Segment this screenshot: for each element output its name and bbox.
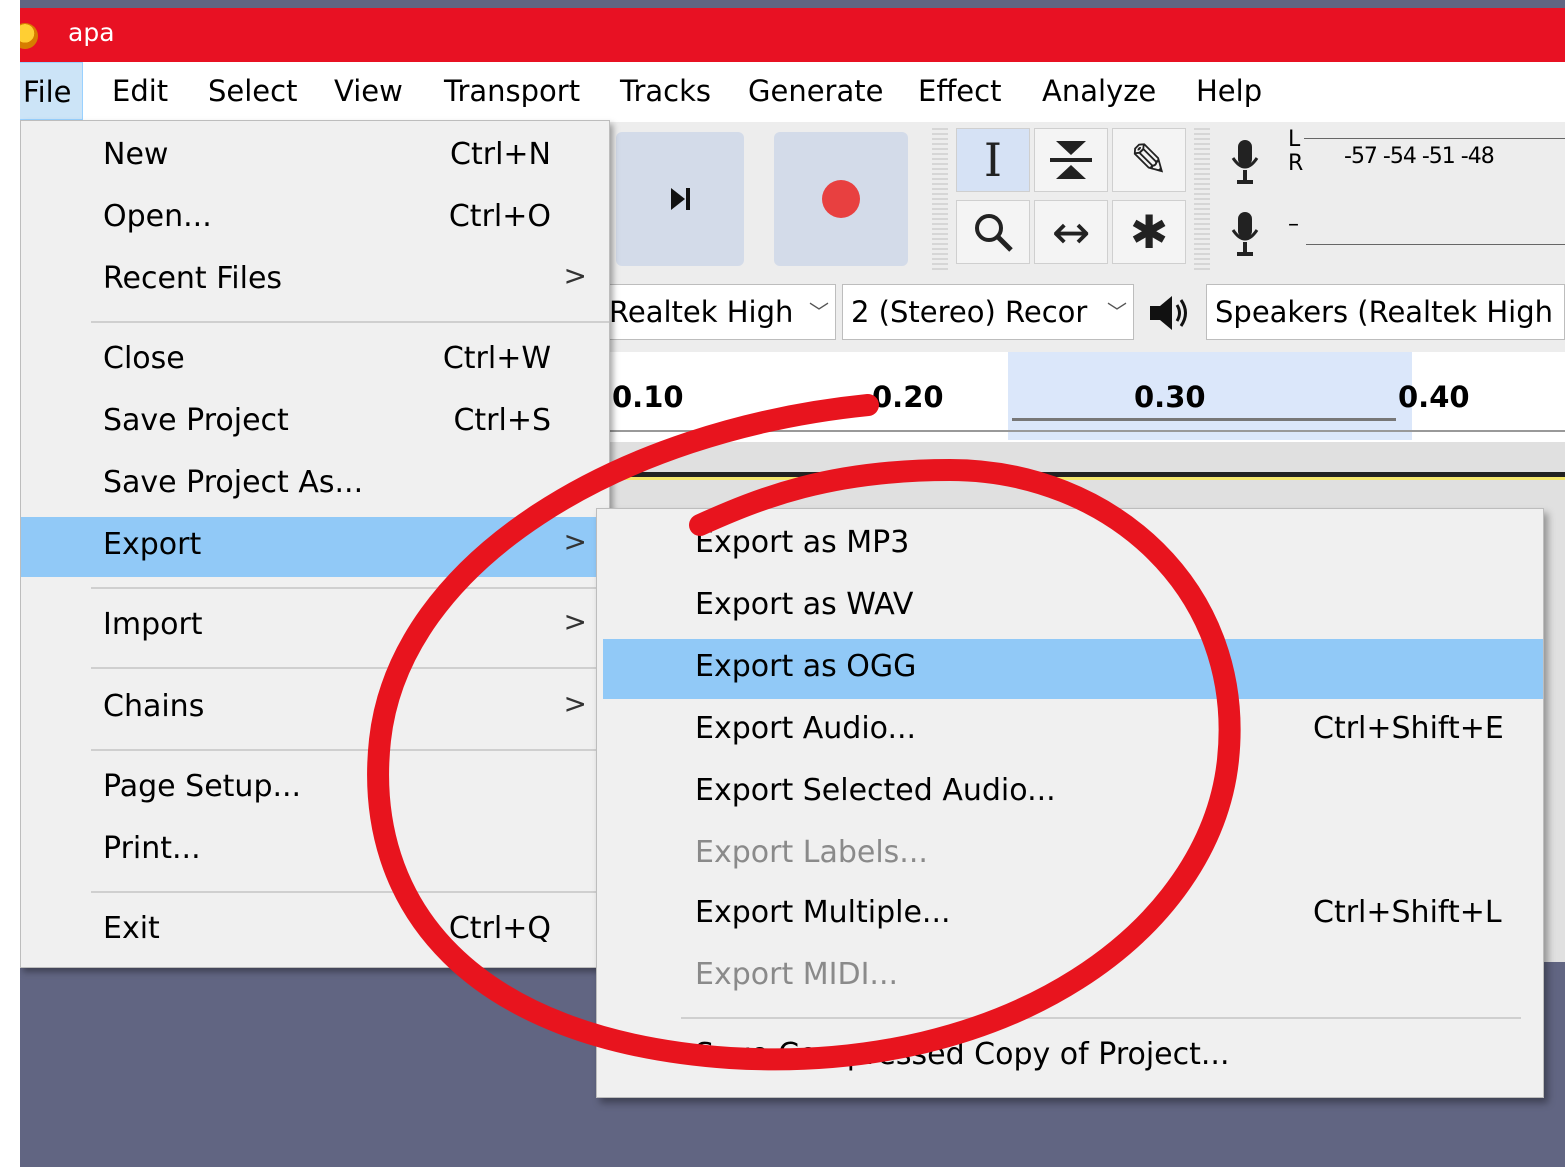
- menu-edit[interactable]: Edit: [102, 62, 178, 120]
- skip-to-end-button[interactable]: [616, 132, 744, 266]
- file-menu-new[interactable]: New Ctrl+N: [21, 127, 609, 187]
- menu-view[interactable]: View: [324, 62, 413, 120]
- menu-separator: [91, 587, 609, 589]
- menu-separator: [681, 1017, 1521, 1019]
- menu-effect[interactable]: Effect: [908, 62, 1011, 120]
- audacity-window: apa File Edit Select View Transport Trac…: [20, 0, 1565, 1167]
- ruler-tick-label: 0.20: [872, 380, 944, 414]
- playback-device-select[interactable]: Speakers (Realtek High D: [1206, 284, 1565, 340]
- menu-separator: [91, 891, 609, 893]
- export-as-wav[interactable]: Export as WAV: [603, 577, 1543, 637]
- envelope-icon: [1050, 141, 1092, 179]
- file-menu-page-setup[interactable]: Page Setup...: [21, 759, 609, 819]
- ruler-tick-label: 0.40: [1398, 380, 1470, 414]
- meter-track: [1304, 138, 1565, 139]
- title-bar: apa: [20, 8, 1565, 62]
- recording-device-value: Realtek High: [609, 295, 794, 329]
- menu-separator: [91, 667, 609, 669]
- menu-tracks[interactable]: Tracks: [610, 62, 721, 120]
- file-menu-chains[interactable]: Chains >: [21, 679, 609, 739]
- submenu-arrow-icon: >: [563, 687, 587, 720]
- asterisk-icon: ✱: [1129, 205, 1169, 259]
- export-audio[interactable]: Export Audio... Ctrl+Shift+E: [603, 701, 1543, 761]
- file-menu-open[interactable]: Open... Ctrl+O: [21, 189, 609, 249]
- menu-bar: File Edit Select View Transport Tracks G…: [20, 62, 1565, 122]
- chevron-down-icon: ﹀: [809, 300, 829, 324]
- menu-transport[interactable]: Transport: [434, 62, 590, 120]
- envelope-tool-button[interactable]: [1034, 128, 1108, 192]
- meter-scale-label: -57 -54 -51 -48: [1344, 144, 1495, 169]
- ruler-tick-label: 0.30: [1134, 380, 1206, 414]
- menu-separator: [91, 321, 609, 323]
- timeline-selection: [1008, 352, 1412, 440]
- playback-meter-button[interactable]: [1220, 204, 1270, 264]
- menu-separator: [91, 749, 609, 751]
- menu-file[interactable]: File: [20, 62, 83, 120]
- recording-channels-select[interactable]: 2 (Stereo) Recor ﹀: [842, 284, 1134, 340]
- submenu-arrow-icon: >: [563, 605, 587, 638]
- menu-help[interactable]: Help: [1186, 62, 1272, 120]
- toolbar-grip[interactable]: [932, 128, 948, 272]
- record-button[interactable]: [774, 132, 908, 266]
- menu-generate[interactable]: Generate: [738, 62, 893, 120]
- file-menu-close[interactable]: Close Ctrl+W: [21, 331, 609, 391]
- meter-channel-right: R: [1288, 151, 1304, 176]
- file-menu-import[interactable]: Import >: [21, 597, 609, 657]
- file-menu: New Ctrl+N Open... Ctrl+O Recent Files >…: [20, 120, 610, 968]
- export-submenu: Export as MP3 Export as WAV Export as OG…: [596, 508, 1544, 1098]
- submenu-arrow-icon: >: [563, 259, 587, 292]
- time-shift-tool-button[interactable]: ↔: [1034, 200, 1108, 264]
- file-menu-exit[interactable]: Exit Ctrl+Q: [21, 901, 609, 961]
- playback-device-value: Speakers (Realtek High D: [1215, 295, 1565, 329]
- file-menu-recent-files[interactable]: Recent Files >: [21, 251, 609, 311]
- draw-tool-button[interactable]: ✎: [1112, 128, 1186, 192]
- export-as-ogg[interactable]: Export as OGG: [603, 639, 1543, 699]
- meter-grip[interactable]: [1194, 128, 1210, 272]
- pencil-icon: ✎: [1129, 133, 1169, 187]
- zoom-tool-button[interactable]: [956, 200, 1030, 264]
- microphone-icon: [1231, 140, 1259, 184]
- microphone-icon: [1231, 212, 1259, 256]
- recording-channels-value: 2 (Stereo) Recor: [851, 295, 1088, 329]
- magnifier-icon: [975, 214, 1013, 252]
- submenu-arrow-icon: >: [563, 525, 587, 558]
- record-meter-button[interactable]: [1220, 132, 1270, 192]
- selection-range-bar[interactable]: [1012, 418, 1396, 421]
- multi-tool-button[interactable]: ✱: [1112, 200, 1186, 264]
- export-labels: Export Labels...: [695, 835, 928, 870]
- playback-meter-track[interactable]: [1306, 244, 1565, 245]
- track-border: [580, 472, 1565, 480]
- file-menu-print[interactable]: Print...: [21, 821, 609, 881]
- i-beam-icon: I: [983, 133, 1003, 187]
- record-icon: [822, 180, 860, 218]
- export-selected-audio[interactable]: Export Selected Audio...: [603, 763, 1543, 823]
- save-compressed-copy[interactable]: Save Compressed Copy of Project...: [603, 1027, 1543, 1087]
- meter-channel-left: L: [1288, 127, 1301, 152]
- ruler-baseline: [580, 430, 1565, 432]
- window-title: apa: [68, 18, 115, 47]
- menu-analyze[interactable]: Analyze: [1032, 62, 1166, 120]
- export-midi: Export MIDI...: [695, 957, 899, 992]
- export-multiple[interactable]: Export Multiple... Ctrl+Shift+L: [603, 885, 1543, 945]
- selection-tool-button[interactable]: I: [956, 128, 1030, 192]
- speaker-icon: [1140, 286, 1200, 340]
- double-arrow-icon: ↔: [1051, 205, 1091, 259]
- export-as-mp3[interactable]: Export as MP3: [603, 515, 1543, 575]
- file-menu-save-project-as[interactable]: Save Project As...: [21, 455, 609, 515]
- ruler-tick-label: 0.10: [612, 380, 684, 414]
- file-menu-save-project[interactable]: Save Project Ctrl+S: [21, 393, 609, 453]
- audacity-logo-icon: [20, 23, 38, 49]
- playback-meter-minus: –: [1288, 212, 1299, 237]
- recording-device-select[interactable]: Realtek High ﹀: [600, 284, 836, 340]
- chevron-down-icon: ﹀: [1107, 300, 1127, 324]
- file-menu-export[interactable]: Export >: [21, 517, 609, 577]
- menu-select[interactable]: Select: [198, 62, 307, 120]
- skip-end-icon: [671, 188, 690, 210]
